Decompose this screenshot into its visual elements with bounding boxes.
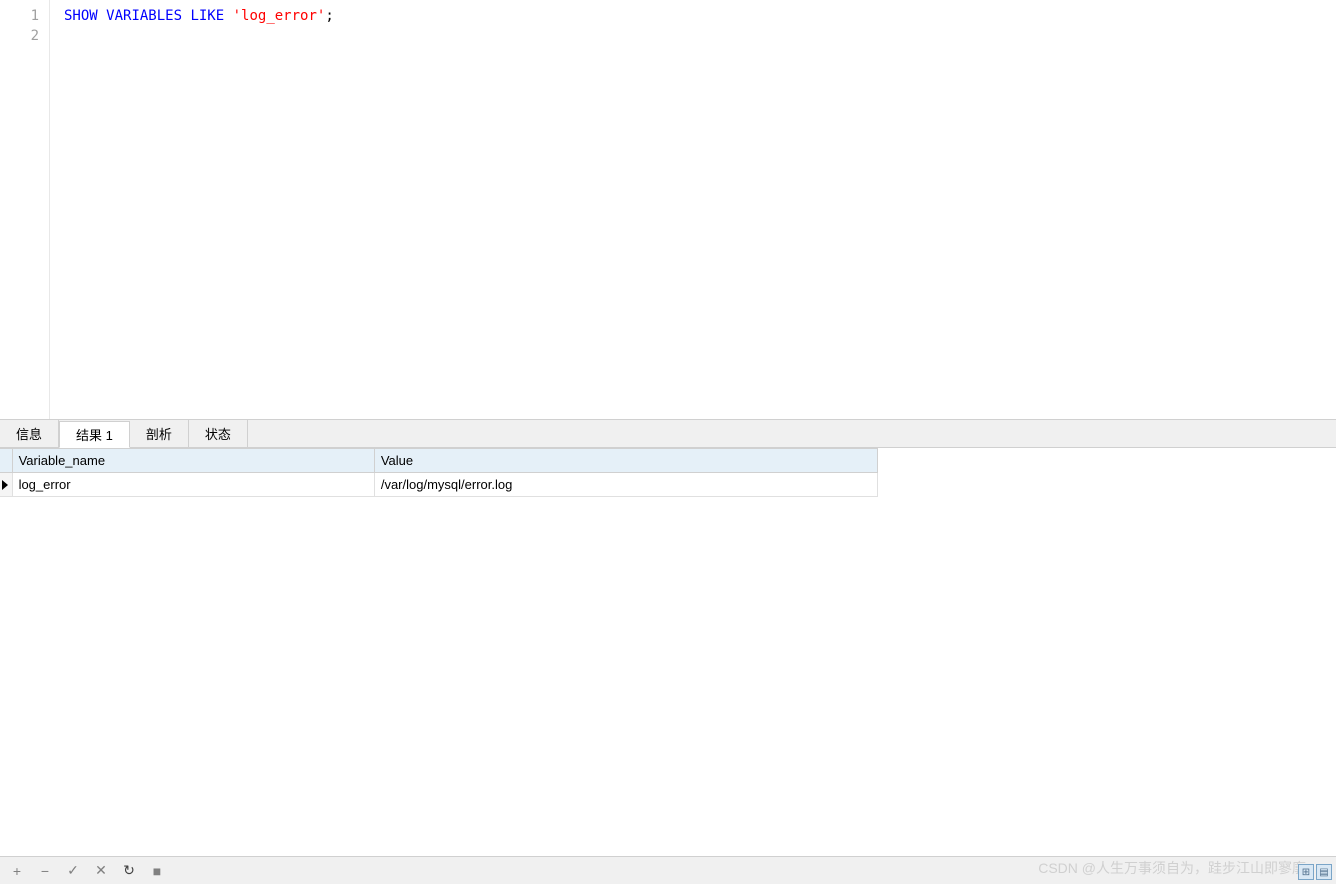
- code-content[interactable]: SHOW VARIABLES LIKE 'log_error';: [50, 0, 1336, 419]
- line-gutter: 1 2: [0, 0, 50, 419]
- column-header-value[interactable]: Value: [374, 449, 877, 473]
- line-number: 1: [0, 6, 49, 26]
- sql-editor: 1 2 SHOW VARIABLES LIKE 'log_error';: [0, 0, 1336, 420]
- cancel-button[interactable]: ✕: [92, 862, 110, 880]
- keyword: LIKE: [190, 8, 224, 24]
- bottom-toolbar: + − ✓ ✕ ↻ ■: [0, 856, 1336, 884]
- tab-info[interactable]: 信息: [0, 420, 59, 447]
- cell-variable-name[interactable]: log_error: [12, 473, 374, 497]
- column-header-variable-name[interactable]: Variable_name: [12, 449, 374, 473]
- semicolon: ;: [325, 8, 333, 24]
- add-button[interactable]: +: [8, 862, 26, 880]
- cell-value[interactable]: /var/log/mysql/error.log: [374, 473, 877, 497]
- line-number: 2: [0, 26, 49, 46]
- result-tabs: 信息 结果 1 剖析 状态: [0, 420, 1336, 448]
- grid-view-icon[interactable]: ⊞: [1298, 864, 1314, 880]
- corner-icons: ⊞ ▤: [1298, 864, 1332, 880]
- apply-button[interactable]: ✓: [64, 862, 82, 880]
- results-panel: Variable_name Value log_error /var/log/m…: [0, 448, 1336, 856]
- remove-button[interactable]: −: [36, 862, 54, 880]
- tab-result-1[interactable]: 结果 1: [59, 421, 130, 448]
- row-indicator-icon: [2, 480, 8, 490]
- tab-status[interactable]: 状态: [189, 420, 248, 447]
- string-literal: 'log_error': [233, 8, 326, 24]
- stop-button[interactable]: ■: [148, 862, 166, 880]
- form-view-icon[interactable]: ▤: [1316, 864, 1332, 880]
- tab-profile[interactable]: 剖析: [130, 420, 189, 447]
- result-table: Variable_name Value log_error /var/log/m…: [0, 448, 878, 497]
- table-row[interactable]: log_error /var/log/mysql/error.log: [0, 473, 878, 497]
- header-indicator: [0, 449, 12, 473]
- keyword: VARIABLES: [106, 8, 182, 24]
- refresh-button[interactable]: ↻: [120, 862, 138, 880]
- row-indicator-cell: [0, 473, 12, 497]
- keyword: SHOW: [64, 8, 98, 24]
